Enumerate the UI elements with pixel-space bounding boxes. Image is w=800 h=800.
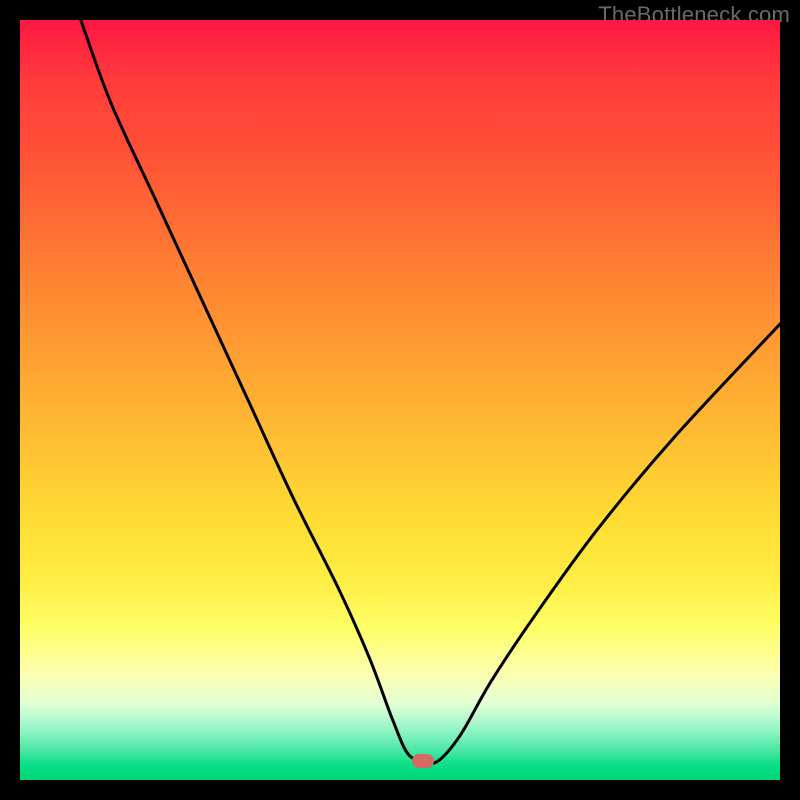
bottleneck-curve — [20, 20, 780, 780]
plot-area — [20, 20, 780, 780]
chart-frame: TheBottleneck.com — [0, 0, 800, 800]
optimum-marker — [412, 754, 434, 768]
